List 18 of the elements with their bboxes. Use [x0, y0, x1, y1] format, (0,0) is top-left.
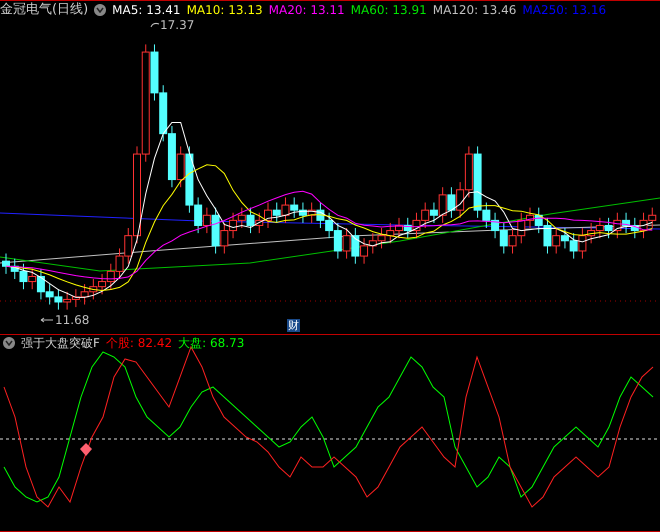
finance-badge[interactable]: 财: [287, 319, 300, 332]
chart-title: 金冠电气(日线): [0, 3, 88, 16]
dropdown-icon[interactable]: [94, 4, 106, 16]
indicator-legend-value: 大盘: 68.73: [178, 337, 244, 349]
low-price-label: 11.68: [55, 314, 90, 326]
ma-legend-value: MA10: 13.13: [186, 4, 263, 16]
high-price-label: 17.37: [160, 19, 194, 31]
indicator-legend-value: 个股: 82.42: [106, 337, 172, 349]
ma-legend-value: MA120: 13.46: [432, 4, 516, 16]
diamond-icon: [80, 443, 92, 456]
ma-legend-value: MA20: 13.11: [268, 4, 345, 16]
dropdown-icon[interactable]: [3, 337, 15, 349]
ma-legend-value: MA5: 13.41: [112, 4, 181, 16]
leader-line: [150, 21, 160, 29]
indicator-title: 强于大盘突破F: [21, 337, 100, 349]
leader-line: [40, 317, 54, 323]
ma-legend-value: MA60: 13.91: [350, 4, 427, 16]
ma-legend-value: MA250: 13.16: [522, 4, 606, 16]
